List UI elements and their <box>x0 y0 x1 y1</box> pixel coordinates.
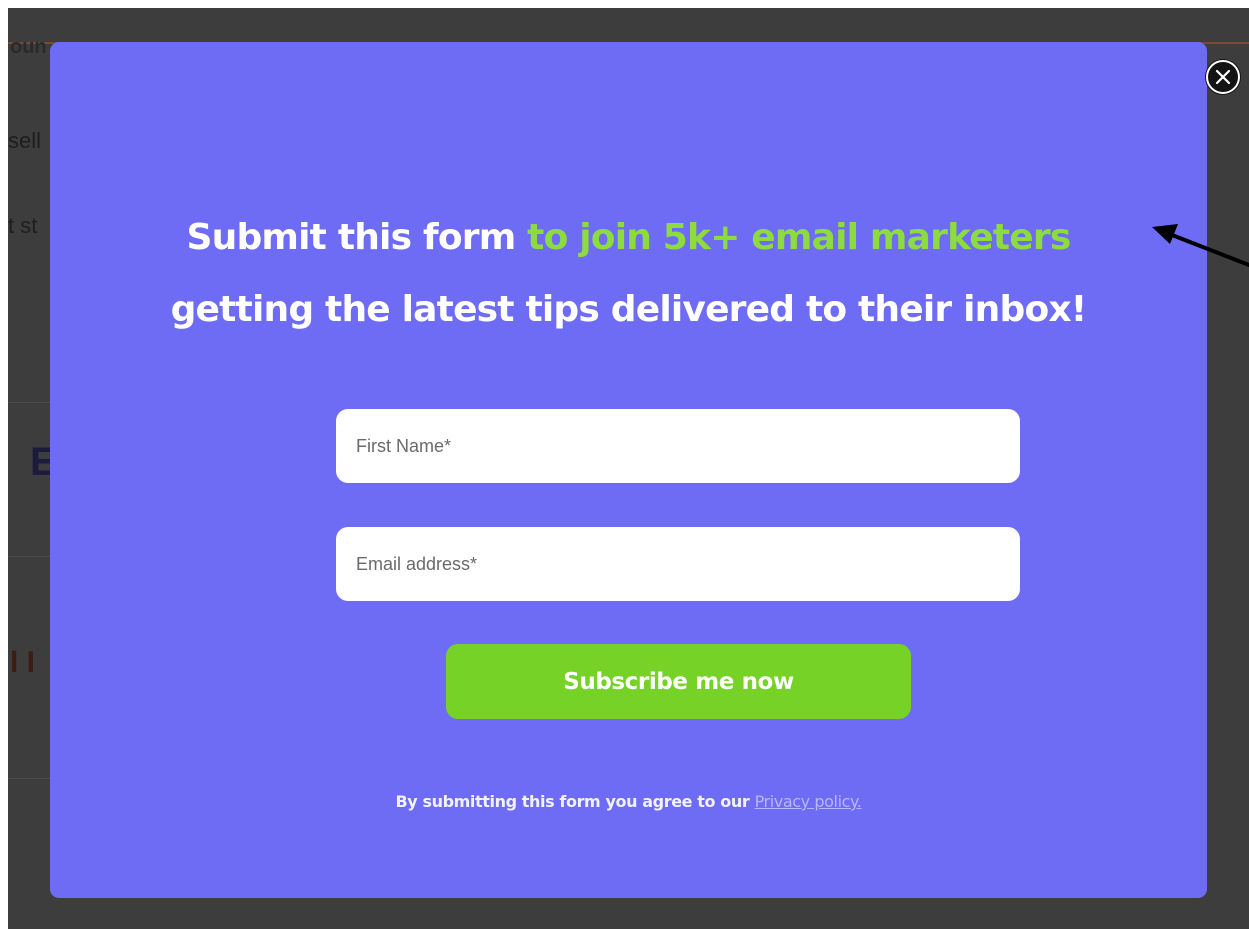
page: oun sell t st E l I Submit this form to … <box>0 0 1249 929</box>
close-popup-button[interactable] <box>1206 60 1240 94</box>
headline-line2: getting the latest tips delivered to the… <box>170 289 1088 330</box>
subscribe-popup: Submit this form to join 5k+ email marke… <box>50 42 1207 898</box>
headline-part1: Submit this form <box>186 217 528 258</box>
background-text-fragment: oun <box>10 36 47 58</box>
popup-headline: Submit this form to join 5k+ email marke… <box>50 202 1207 346</box>
background-text-fragment: l I <box>10 646 36 679</box>
privacy-notice: By submitting this form you agree to our… <box>50 792 1207 811</box>
headline-highlight: to join 5k+ email marketers <box>527 217 1071 258</box>
privacy-notice-text: By submitting this form you agree to our <box>395 792 755 811</box>
background-divider <box>8 402 50 403</box>
privacy-policy-link[interactable]: Privacy policy. <box>755 792 862 811</box>
close-icon <box>1215 69 1231 85</box>
first-name-input[interactable] <box>336 409 1020 483</box>
email-input[interactable] <box>336 527 1020 601</box>
subscribe-button[interactable]: Subscribe me now <box>446 644 911 719</box>
background-text-fragment: t st <box>8 213 38 238</box>
background-divider <box>8 778 50 779</box>
background-divider <box>8 556 50 557</box>
background-text-fragment: sell <box>8 128 42 153</box>
annotation-arrow-icon <box>1152 224 1249 267</box>
